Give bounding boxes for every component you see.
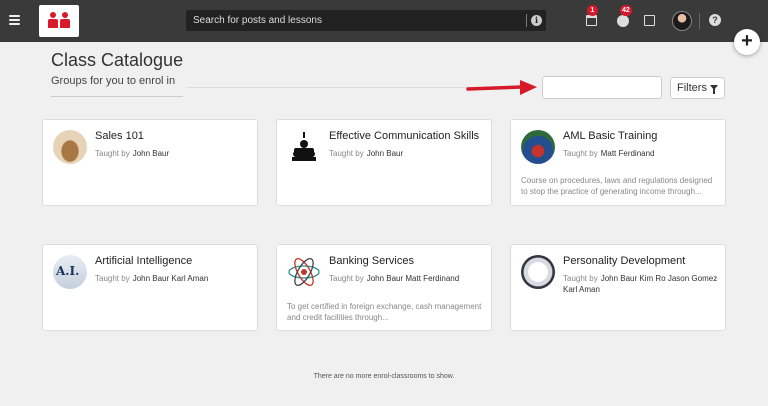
course-teachers: Taught by John Baur [329, 149, 404, 158]
red-arrow-annotation [466, 80, 537, 95]
course-card[interactable]: Banking Services Taught by John Baur Matt… [276, 244, 492, 331]
course-thumbnail [521, 255, 555, 289]
catalogue-search-input[interactable] [542, 76, 662, 99]
course-teachers: Taught by John Baur [95, 149, 170, 158]
course-teachers: Taught by Matt Ferdinand [563, 149, 655, 158]
course-name: AML Basic Training [563, 130, 658, 142]
course-teachers: Taught by John Baur Karl Aman [95, 274, 209, 283]
global-search: i [186, 10, 546, 31]
course-thumbnail [287, 130, 321, 164]
course-card[interactable]: Effective Communication Skills Taught by… [276, 119, 492, 206]
course-description: Course on procedures, laws and regulatio… [521, 176, 713, 196]
info-icon[interactable]: i [531, 15, 542, 26]
course-name: Artificial Intelligence [95, 255, 193, 267]
course-card[interactable]: AML Basic Training Taught by Matt Ferdina… [510, 119, 726, 206]
ai-thumbnail-text: A.I. [56, 264, 80, 278]
menu-icon[interactable] [9, 15, 20, 25]
calendar-icon[interactable] [585, 14, 599, 28]
course-thumbnail [287, 255, 321, 289]
page-title: Class Catalogue [51, 50, 184, 70]
globe-icon[interactable] [616, 14, 630, 28]
course-name: Sales 101 [95, 130, 144, 142]
notes-icon[interactable] [643, 14, 657, 28]
end-of-list-message: There are no more enrol-classrooms to sh… [313, 373, 455, 380]
course-name: Personality Development [563, 255, 686, 267]
logo[interactable] [39, 5, 79, 37]
logo-person-icon [60, 12, 70, 28]
filters-button[interactable]: Filters [670, 77, 725, 99]
top-bar: i 1 42 ? [0, 0, 768, 42]
page-subtitle: Groups for you to enrol in [51, 75, 176, 87]
globe-badge: 42 [620, 5, 632, 16]
course-thumbnail: A.I. [53, 255, 87, 289]
filter-funnel-icon [709, 84, 718, 94]
subtitle-underline [51, 96, 183, 97]
search-separator [526, 14, 527, 27]
calendar-badge: 1 [587, 5, 598, 16]
course-thumbnail [521, 130, 555, 164]
course-name: Banking Services [329, 255, 414, 267]
topbar-divider [699, 13, 700, 29]
course-teachers: Taught by John Baur Matt Ferdinand [329, 274, 460, 283]
course-card[interactable]: Sales 101 Taught by John Baur [42, 119, 258, 206]
course-thumbnail [53, 130, 87, 164]
user-avatar[interactable] [672, 11, 692, 31]
course-card[interactable]: A.I. Artificial Intelligence Taught by Jo… [42, 244, 258, 331]
course-card[interactable]: Personality Development Taught by John Ba… [510, 244, 726, 331]
logo-person-icon [48, 12, 58, 28]
add-button[interactable]: + [734, 29, 760, 55]
course-teachers: Taught by John Baur Kim Ro Jason Gomez Ka… [563, 274, 718, 294]
filters-label: Filters [677, 82, 707, 94]
search-input[interactable] [186, 10, 516, 31]
course-description: To get certified in foreign exchange, ca… [287, 302, 482, 322]
help-icon[interactable]: ? [709, 14, 721, 26]
course-name: Effective Communication Skills [329, 130, 480, 142]
